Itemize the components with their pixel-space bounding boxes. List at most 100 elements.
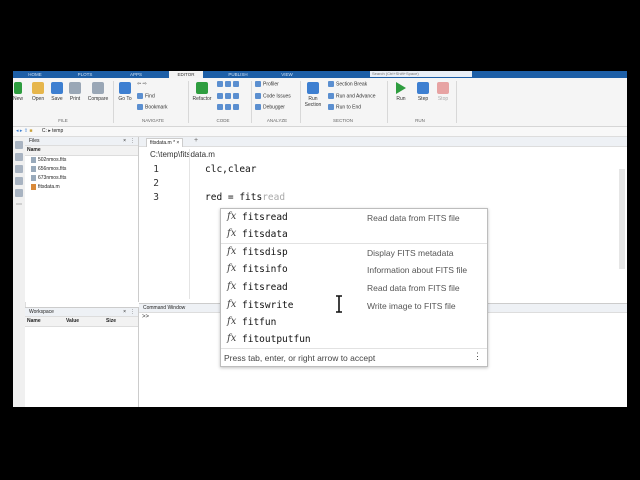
find-button[interactable]: Find [137,93,155,99]
search-input[interactable]: Search (Ctrl+Shift+Space) [370,71,472,77]
new-button[interactable]: New [13,82,23,102]
files-column-name[interactable]: Name [25,146,138,156]
step-button[interactable]: Step [415,82,431,102]
section-break-button[interactable]: Section Break [328,81,367,87]
tab-plots[interactable]: PLOTS [71,71,99,78]
code-issues-button[interactable]: Code Issues [255,93,291,99]
current-path[interactable]: C: ▸ temp [42,128,63,134]
close-icon[interactable]: × [176,140,179,146]
save-button[interactable]: Save [49,82,65,102]
tab-home[interactable]: HOME [21,71,49,78]
workspace-panel: Workspace × ⋮ Name Value Size [25,307,139,407]
file-item[interactable]: fitsdata.m [25,183,138,192]
column-name[interactable]: Name [27,317,41,326]
nav-back-icon[interactable]: ◂ [16,128,19,134]
address-bar[interactable]: ◂ ▸ ⇧ ■ C: ▸ temp [13,127,627,137]
run-section-icon [307,82,319,94]
line-number: 3 [153,192,159,203]
save-icon [51,82,63,94]
run-to-end-icon [328,104,334,110]
new-tab-icon[interactable]: + [194,137,198,144]
code-tools-row1[interactable] [217,81,241,87]
suggestion-item[interactable]: fx fitoutputfun [221,331,487,348]
files-panel-title: Files × ⋮ [25,137,138,146]
open-button[interactable]: Open [29,82,47,102]
refactor-button[interactable]: Refactor [191,82,213,102]
code-issues-label: Code Issues [263,93,291,100]
browse-folder-icon[interactable]: ■ [29,128,32,134]
mfile-icon [31,183,36,190]
suggestion-name: fitswrite [242,300,294,311]
stop-button[interactable]: Stop [435,82,451,102]
suggestion-item[interactable]: fx fitsdisp Display FITS metadata [221,244,487,261]
panel-menu-icon[interactable]: ⋮ [130,137,135,145]
editor-tab-fitsdata[interactable]: fitsdata.m * × [146,138,184,147]
addons-view-icon[interactable] [15,189,23,197]
print-icon [69,82,81,94]
debugger-button[interactable]: Debugger [255,104,285,110]
section-divider [188,81,189,123]
more-icon[interactable]: ⋯ [16,201,22,208]
suggestion-name: fitoutputfun [242,334,311,345]
files-view-icon[interactable] [15,141,23,149]
tab-view[interactable]: VIEW [275,71,299,78]
file-icon [31,156,36,163]
file-name: 656nmos.fits [38,166,67,172]
suggestion-item[interactable]: fx fitsread Read data from FITS file [221,279,487,296]
run-button[interactable]: Run [393,82,409,102]
stop-icon [437,82,449,94]
suggestion-item[interactable]: fx fitsinfo Information about FITS file [221,261,487,278]
column-value[interactable]: Value [66,317,79,326]
navigate-section-label: NAVIGATE [141,118,165,123]
close-icon[interactable]: × [123,308,126,316]
panel-menu-icon[interactable]: ⋮ [130,308,135,316]
workspace-header: Name Value Size [25,317,138,327]
profiler-button[interactable]: Profiler [255,81,279,87]
run-and-advance-button[interactable]: Run and Advance [328,93,375,99]
code-issues-icon [255,93,261,99]
ribbon-tab-bar: HOME PLOTS APPS EDITOR PUBLISH VIEW Sear… [13,71,627,78]
tab-apps[interactable]: APPS [123,71,149,78]
suggestion-item[interactable]: fx fitfun [221,314,487,331]
file-item[interactable]: 502nmos.fits [25,156,138,165]
column-size[interactable]: Size [106,317,116,326]
file-name: fitsdata.m [38,184,60,190]
code-tools-row2[interactable] [217,93,241,99]
file-item[interactable]: 673nmos.fits [25,174,138,183]
function-icon: fx [227,211,237,222]
nav-arrows[interactable]: ⇦ ⇨ [137,81,147,87]
close-icon[interactable]: × [123,137,126,145]
folder-up-icon[interactable]: ⇧ [24,128,28,134]
print-button[interactable]: Print [67,82,83,102]
new-icon [14,82,22,94]
project-view-icon[interactable] [15,165,23,173]
debugger-label: Debugger [263,104,285,111]
suggestion-name: fitsdisp [242,247,288,258]
suggestion-item[interactable]: fx fitswrite Write image to FITS file [221,297,487,314]
more-options-icon[interactable]: ⋮ [473,351,482,362]
file-section-label: FILE [58,118,68,123]
code-tools-row3[interactable] [217,104,241,110]
tab-editor[interactable]: EDITOR [169,71,203,78]
nav-forward-icon[interactable]: ▸ [20,128,23,134]
suggestion-name: fitfun [242,317,277,328]
section-break-icon [328,81,334,87]
suggestion-item[interactable]: fx fitsread Read data from FITS file [221,209,487,226]
ghost-completion: read [262,192,286,203]
line-text: clc,clear [205,164,257,175]
run-to-end-button[interactable]: Run to End [328,104,361,110]
line-number: 1 [153,164,159,175]
file-item[interactable]: 656nmos.fits [25,165,138,174]
bookmark-button[interactable]: Bookmark [137,104,168,110]
goto-button[interactable]: Go To [116,82,134,102]
workspace-view-icon[interactable] [15,153,23,161]
tab-publish[interactable]: PUBLISH [221,71,255,78]
suggestion-item[interactable]: fx fitsdata [221,226,487,243]
run-section-button[interactable]: Run Section [303,82,323,108]
compare-button[interactable]: Compare [85,82,111,102]
editor-toolstrip: New Open Save Print Compare FILE Go To ⇦… [13,78,627,127]
workspace-panel-title: Workspace × ⋮ [25,308,138,317]
editor-scrollbar[interactable] [619,169,625,269]
files-panel: Files × ⋮ Name 502nmos.fits 656nmos.fits… [25,137,139,302]
history-view-icon[interactable] [15,177,23,185]
